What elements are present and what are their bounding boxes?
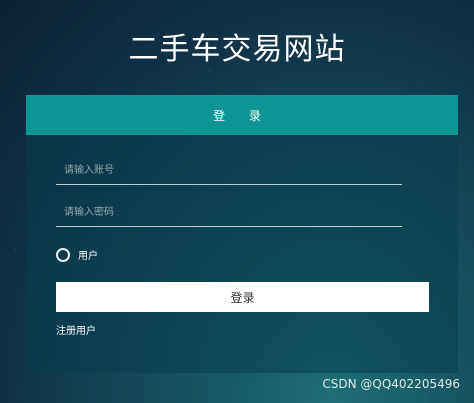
register-link[interactable]: 注册用户 [56, 322, 96, 337]
password-input[interactable] [56, 199, 402, 227]
watermark: CSDN @QQ402205496 [322, 377, 460, 391]
login-panel: 登 录 用户 登录 注册用户 [26, 95, 458, 373]
account-input[interactable] [56, 157, 402, 185]
login-button[interactable]: 登录 [56, 282, 429, 312]
role-label: 用户 [78, 251, 98, 262]
role-radio[interactable] [56, 247, 70, 262]
page-title: 二手车交易网站 [128, 32, 346, 67]
role-option-user[interactable]: 用户 [56, 247, 98, 262]
login-header: 登 录 [26, 95, 458, 135]
